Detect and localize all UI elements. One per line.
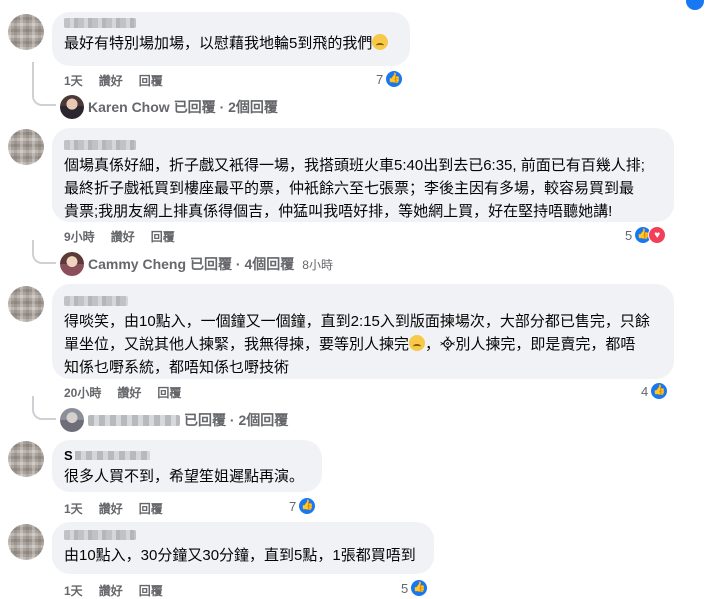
reply-author: Karen Chow: [88, 99, 170, 115]
reply-thread-toggle[interactable]: Cammy Cheng 已回覆 · 4個回覆 8小時: [60, 252, 333, 276]
avatar: [60, 252, 84, 276]
reply-thread-toggle[interactable]: Karen Chow 已回覆 · 2個回覆: [60, 95, 278, 119]
worried-face-icon: [409, 335, 426, 351]
reply-button[interactable]: 回覆: [139, 500, 163, 517]
thread-line: [32, 62, 56, 106]
reply-thread-toggle[interactable]: 已回覆 · 2個回覆: [60, 408, 288, 432]
reply-author: [88, 414, 180, 426]
like-button[interactable]: 讚好: [117, 384, 141, 401]
reply-button[interactable]: 回覆: [151, 228, 175, 245]
timestamp[interactable]: 1天: [64, 72, 83, 89]
comment-bubble: 得啖笑，由10點入，一個鐘又一個鐘，直到2:15入到版面揀場次，大部分都已售完，…: [52, 284, 674, 379]
comment-text: 得啖笑，由10點入，一個鐘又一個鐘，直到2:15入到版面揀場次，大部分都已售完，…: [64, 313, 650, 376]
author-name[interactable]: [64, 140, 136, 150]
comment-actions: 9小時 讚好 回覆: [64, 228, 175, 245]
comment-bubble: 最好有特別場加場，以慰藉我地輪5到飛的我們: [52, 12, 410, 66]
author-name[interactable]: [64, 530, 136, 540]
reply-author: Cammy Cheng: [88, 256, 187, 272]
reply-button[interactable]: 回覆: [139, 72, 163, 89]
thumbs-up-icon: 👍: [650, 382, 669, 400]
reaction-summary[interactable]: 7 👍: [289, 497, 317, 515]
avatar[interactable]: [8, 129, 44, 165]
avatar: [60, 408, 84, 432]
thumbs-up-icon: 👍: [298, 497, 317, 515]
thumbs-up-icon: 👍: [410, 579, 429, 597]
comment-actions: 1天 讚好 回覆: [64, 500, 163, 517]
timestamp[interactable]: 1天: [64, 500, 83, 517]
timestamp[interactable]: 9小時: [64, 228, 95, 245]
reply-summary: 已回覆 · 4個回覆: [190, 256, 295, 272]
obscured-text: ᳀: [440, 336, 456, 353]
avatar[interactable]: [8, 524, 44, 560]
comment-text: 很多人買不到，希望笙姐遲點再演。: [64, 468, 305, 485]
comment-text: 最好有特別場加場，以慰藉我地輪5到飛的我們: [64, 32, 398, 55]
thread-line: [32, 396, 56, 420]
like-button[interactable]: 讚好: [99, 582, 123, 599]
heart-icon: ♥: [648, 226, 667, 244]
sad-face-icon: [372, 34, 389, 50]
like-button[interactable]: 讚好: [99, 500, 123, 517]
comment-actions: 20小時 讚好 回覆: [64, 384, 181, 401]
thread-line: [32, 240, 56, 264]
comment-bubble: 由10點入，30分鐘又30分鐘，直到5點，1張都買唔到: [52, 522, 434, 574]
reply-summary: 已回覆 · 2個回覆: [173, 99, 278, 115]
comment-bubble: 個場真係好細，折子戲又衹得一場，我搭頭班火車5:40出到去已6:35, 前面已有…: [52, 128, 674, 222]
like-icon-partial: [686, 0, 704, 10]
author-name[interactable]: S: [64, 448, 310, 463]
reaction-summary[interactable]: 5 👍: [401, 579, 429, 597]
reaction-summary[interactable]: 4 👍: [641, 382, 669, 400]
comment-actions: 1天 讚好 回覆: [64, 582, 163, 599]
reply-button[interactable]: 回覆: [139, 582, 163, 599]
avatar: [60, 95, 84, 119]
thumbs-up-icon: 👍: [385, 70, 404, 88]
comment-text: 個場真係好細，折子戲又衹得一場，我搭頭班火車5:40出到去已6:35, 前面已有…: [64, 157, 645, 220]
like-button[interactable]: 讚好: [111, 228, 135, 245]
reaction-summary[interactable]: 7 👍: [376, 70, 404, 88]
avatar[interactable]: [8, 286, 44, 322]
comment-bubble: S 很多人買不到，希望笙姐遲點再演。: [52, 440, 322, 492]
author-name[interactable]: [64, 18, 136, 28]
reply-button[interactable]: 回覆: [157, 384, 181, 401]
author-name[interactable]: [64, 296, 128, 306]
timestamp[interactable]: 1天: [64, 582, 83, 599]
comment-actions: 1天 讚好 回覆: [64, 72, 163, 89]
reaction-summary[interactable]: 5 👍 ♥: [625, 226, 667, 244]
like-button[interactable]: 讚好: [99, 72, 123, 89]
reply-time[interactable]: 8小時: [302, 256, 333, 273]
timestamp[interactable]: 20小時: [64, 384, 101, 401]
comment-text: 由10點入，30分鐘又30分鐘，直到5點，1張都買唔到: [64, 547, 416, 564]
avatar[interactable]: [8, 14, 44, 50]
reply-summary: 已回覆 · 2個回覆: [184, 412, 289, 428]
avatar[interactable]: [8, 441, 44, 477]
